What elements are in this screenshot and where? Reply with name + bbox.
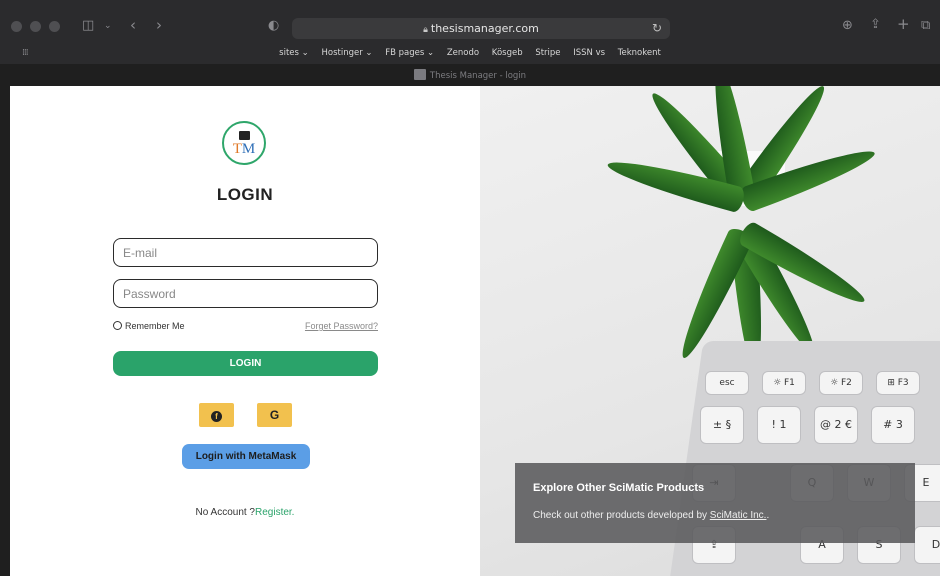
bookmark-item[interactable]: Zenodo <box>447 48 479 58</box>
zoom-window-button[interactable] <box>49 21 60 32</box>
download-icon[interactable]: ⊕ <box>842 19 853 33</box>
promo-card: Explore Other SciMatic Products Check ou… <box>515 463 915 543</box>
tab-title: Thesis Manager - login <box>429 71 527 81</box>
page: TM LOGIN Remember Me Forget Password? LO… <box>10 86 940 576</box>
keyboard-key: ⊞ F3 <box>876 371 920 395</box>
password-field[interactable] <box>113 279 378 308</box>
lock-icon: 🔒︎ <box>423 25 428 35</box>
remember-me-radio[interactable] <box>113 321 122 330</box>
back-icon[interactable]: ‹ <box>130 18 136 33</box>
keyboard-key: esc <box>705 371 749 395</box>
bookmark-item[interactable]: sites ⌄ <box>279 48 309 58</box>
remember-me-label: Remember Me <box>125 321 185 331</box>
promo-text-prefix: Check out other products developed by <box>533 510 710 521</box>
keyboard-key: D <box>914 526 940 564</box>
login-panel: TM LOGIN Remember Me Forget Password? LO… <box>10 86 480 576</box>
promo-text-suffix: . <box>766 510 770 521</box>
logo: TM <box>222 121 266 165</box>
tab-bar: Thesis Manager - login <box>0 64 940 86</box>
browser-titlebar: ◫ ⌄ ‹ › ◐ 🔒︎ thesismanager.com ↻ ⊕ ⇪ + ⧉ <box>0 0 940 44</box>
keyboard-key: ☼ F2 <box>819 371 863 395</box>
keyboard-key: # 3 <box>871 406 915 444</box>
bookmarks-bar: ⁞⁞⁞ sites ⌄ Hostinger ⌄ FB pages ⌄ Zenod… <box>0 44 940 64</box>
google-login-button[interactable]: G <box>257 403 292 427</box>
tab-active[interactable]: Thesis Manager - login <box>0 69 940 81</box>
forward-icon[interactable]: › <box>156 18 162 33</box>
keyboard-key: ± § <box>700 406 744 444</box>
google-icon: G <box>269 408 280 422</box>
facebook-icon: f <box>211 411 222 422</box>
login-button[interactable]: LOGIN <box>113 351 378 376</box>
hero-image: esc ☼ F1 ☼ F2 ⊞ F3 ± § ! 1 @ 2 € # 3 ⇥ Q… <box>480 86 940 576</box>
chevron-down-icon[interactable]: ⌄ <box>104 19 112 33</box>
plus-icon[interactable]: + <box>897 17 910 32</box>
sidebar-icon[interactable]: ◫ <box>82 19 94 33</box>
facebook-login-button[interactable]: f <box>199 403 234 427</box>
keyboard-key: ! 1 <box>757 406 801 444</box>
book-icon <box>239 131 250 140</box>
bookmark-item[interactable]: Stripe <box>535 48 560 58</box>
bookmark-list: sites ⌄ Hostinger ⌄ FB pages ⌄ Zenodo Kö… <box>0 48 940 58</box>
remember-me[interactable]: Remember Me <box>113 321 185 331</box>
bookmark-item[interactable]: ISSN vs <box>573 48 605 58</box>
register-link[interactable]: Register. <box>255 507 294 518</box>
bookmark-item[interactable]: Teknokent <box>618 48 661 58</box>
promo-text: Check out other products developed by Sc… <box>533 510 769 521</box>
metamask-login-button[interactable]: Login with MetaMask <box>182 444 310 469</box>
scimatic-link[interactable]: SciMatic Inc. <box>710 510 767 521</box>
minimize-window-button[interactable] <box>30 21 41 32</box>
keyboard-key: ☼ F1 <box>762 371 806 395</box>
keyboard-key: @ 2 € <box>814 406 858 444</box>
page-title: LOGIN <box>216 185 274 204</box>
register-line: No Account ?Register. <box>10 507 480 518</box>
url-text: thesismanager.com <box>430 22 539 35</box>
address-bar[interactable]: 🔒︎ thesismanager.com ↻ <box>292 18 670 39</box>
favicon-icon <box>413 69 426 80</box>
share-icon[interactable]: ⇪ <box>870 18 881 32</box>
reload-icon[interactable]: ↻ <box>652 21 662 35</box>
bookmark-item[interactable]: Kösgeb <box>492 48 523 58</box>
email-field[interactable] <box>113 238 378 267</box>
bookmark-item[interactable]: FB pages ⌄ <box>385 48 434 58</box>
shield-icon[interactable]: ◐ <box>268 19 279 33</box>
promo-title: Explore Other SciMatic Products <box>533 482 705 494</box>
tabs-icon[interactable]: ⧉ <box>921 19 930 33</box>
no-account-text: No Account ? <box>195 507 255 518</box>
bookmark-item[interactable]: Hostinger ⌄ <box>321 48 372 58</box>
logo-t: T <box>232 141 242 157</box>
logo-m: M <box>241 141 256 157</box>
close-window-button[interactable] <box>11 21 22 32</box>
forgot-password-link[interactable]: Forget Password? <box>305 321 378 331</box>
